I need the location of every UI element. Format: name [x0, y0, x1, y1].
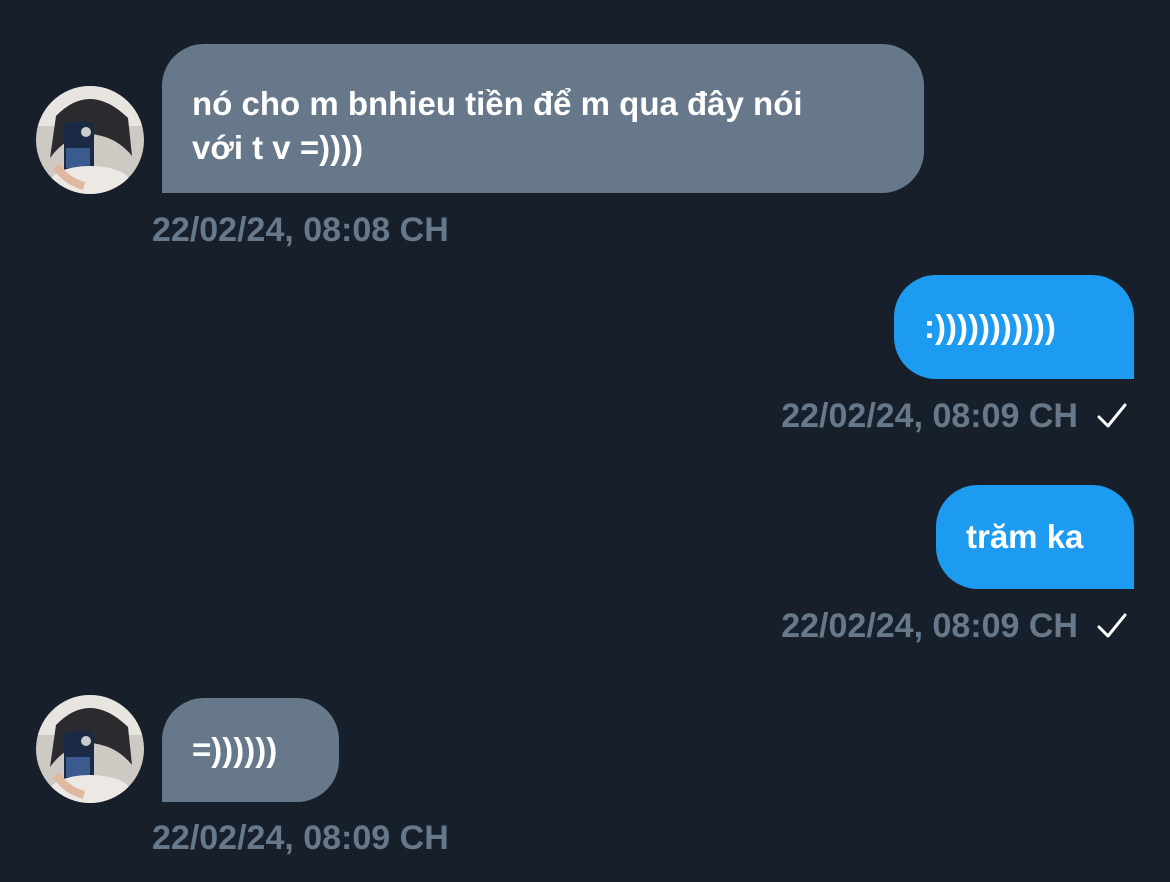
- message-bubble[interactable]: trăm ka: [936, 485, 1134, 589]
- avatar[interactable]: [36, 86, 144, 194]
- message-bubble[interactable]: =)))))): [162, 698, 339, 802]
- avatar-photo: [36, 86, 144, 194]
- checkmark-icon: [1097, 403, 1127, 428]
- message-timestamp: 22/02/24, 08:09 CH: [781, 397, 1078, 435]
- avatar[interactable]: [36, 695, 144, 803]
- message-timestamp: 22/02/24, 08:08 CH: [152, 211, 449, 249]
- checkmark-icon: [1097, 613, 1127, 638]
- avatar-photo: [36, 695, 144, 803]
- message-timestamp: 22/02/24, 08:09 CH: [152, 819, 449, 857]
- message-bubble[interactable]: nó cho m bnhieu tiền để m qua đây nói vớ…: [162, 44, 924, 193]
- message-bubble[interactable]: :))))))))))): [894, 275, 1134, 379]
- message-timestamp: 22/02/24, 08:09 CH: [781, 607, 1078, 645]
